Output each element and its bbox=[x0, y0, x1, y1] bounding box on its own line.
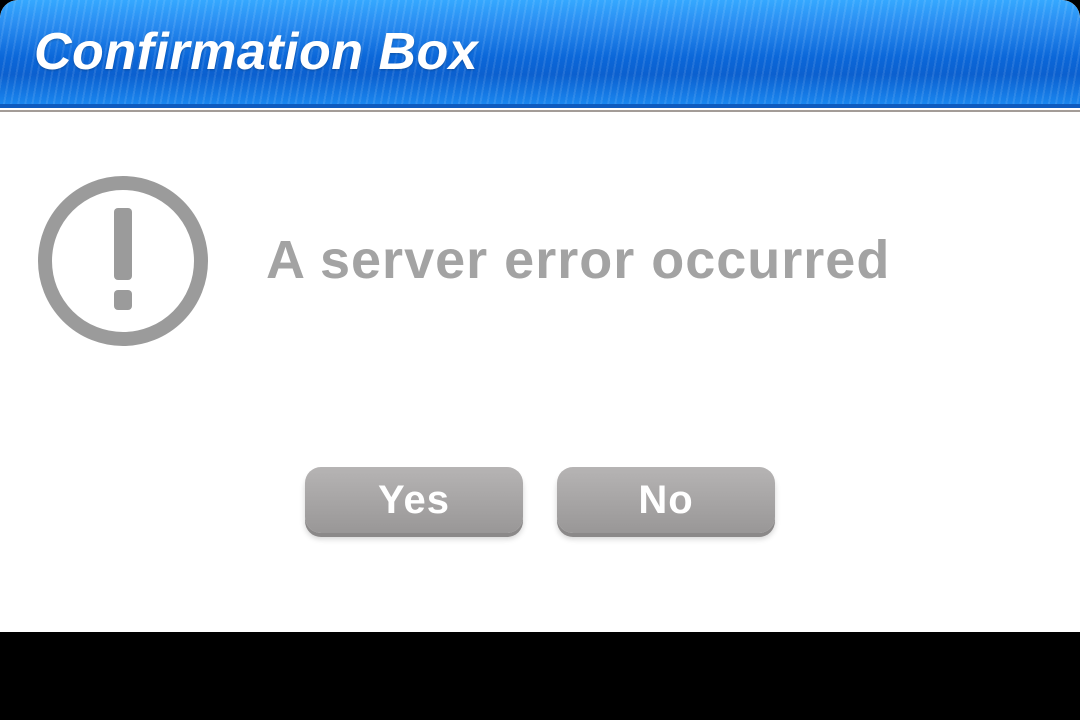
dialog-message: A server error occurred bbox=[266, 229, 890, 291]
yes-button[interactable]: Yes bbox=[305, 467, 523, 533]
button-row: Yes No bbox=[0, 467, 1080, 533]
confirmation-dialog: Confirmation Box A server error occurred… bbox=[0, 0, 1080, 632]
dialog-title: Confirmation Box bbox=[34, 22, 478, 82]
content-row: A server error occurred bbox=[0, 112, 1080, 355]
no-button[interactable]: No bbox=[557, 467, 775, 533]
dialog-body: A server error occurred Yes No bbox=[0, 112, 1080, 632]
exclamation-circle-icon bbox=[34, 172, 212, 355]
titlebar: Confirmation Box bbox=[0, 0, 1080, 108]
